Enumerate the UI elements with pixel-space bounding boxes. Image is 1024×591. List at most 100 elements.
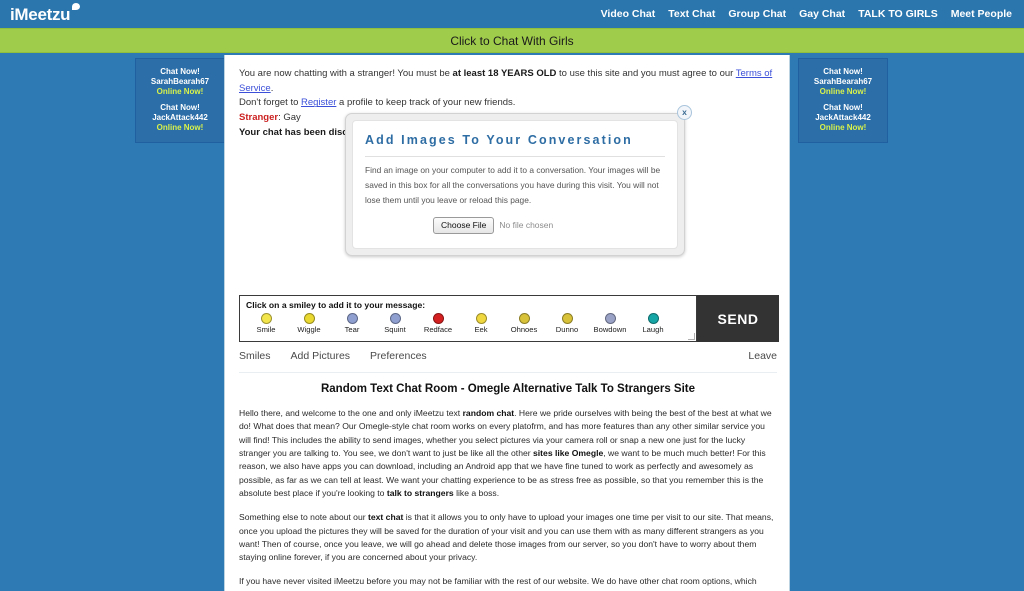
- smiley-item-bowdown[interactable]: Bowdown: [592, 313, 628, 334]
- ad-entry[interactable]: Chat Now! JackAttack442 Online Now!: [799, 103, 887, 133]
- message-composer: Click on a smiley to add it to your mess…: [239, 295, 779, 342]
- smiley-item-squint[interactable]: Squint: [377, 313, 413, 334]
- article-paragraph-2: Something else to note about our text ch…: [239, 511, 777, 564]
- ad-status: Online Now!: [819, 123, 867, 132]
- message-input-smiley-panel[interactable]: Click on a smiley to add it to your mess…: [239, 295, 697, 342]
- smiley-label: Smile: [256, 325, 276, 334]
- leave-button[interactable]: Leave: [748, 350, 777, 362]
- ad-entry[interactable]: Chat Now! JackAttack442 Online Now!: [136, 103, 224, 133]
- stranger-label: Stranger: [239, 112, 279, 124]
- ad-username: JackAttack442: [815, 113, 871, 122]
- smiley-face-icon: [475, 313, 487, 324]
- smiley-label: Laugh: [642, 325, 664, 334]
- stranger-message-text: : Gay: [278, 112, 301, 124]
- smiley-prompt-label: Click on a smiley to add it to your mess…: [246, 300, 426, 310]
- p1-bold-random-chat: random chat: [462, 408, 515, 418]
- chat-notice-age-period: .: [270, 82, 274, 94]
- smiley-face-icon: [346, 313, 358, 324]
- smiley-item-ohnoes[interactable]: Ohnoes: [506, 313, 542, 334]
- file-picker-row: Choose File No file chosen: [365, 217, 665, 234]
- smiley-label: Wiggle: [297, 325, 321, 334]
- chat-notice-register-part2: a profile to keep track of your new frie…: [336, 97, 516, 109]
- chat-notice-age-bold: at least 18 YEARS OLD: [452, 68, 557, 79]
- ad-username: JackAttack442: [152, 113, 208, 122]
- smiley-face-icon: [389, 313, 401, 324]
- smiley-face-icon: [647, 313, 659, 324]
- send-button[interactable]: SEND: [697, 295, 779, 342]
- chat-notice-age: You are now chatting with a stranger! Yo…: [239, 67, 779, 96]
- smiley-label: Dunno: [555, 325, 579, 334]
- nav-item-meet-people[interactable]: Meet People: [951, 8, 1012, 20]
- register-link[interactable]: Register: [301, 97, 336, 108]
- file-chosen-status: No file chosen: [499, 219, 554, 230]
- nav-item-talk-to-girls[interactable]: TALK TO GIRLS: [858, 8, 938, 20]
- ad-cta-label: Chat Now!: [160, 67, 200, 76]
- smiley-label: Eek: [474, 325, 488, 334]
- add-images-modal-body: Add Images To Your Conversation Find an …: [352, 120, 678, 249]
- nav-item-group-chat[interactable]: Group Chat: [728, 8, 786, 20]
- p1-bold-sites-like-omegle: sites like Omegle: [533, 447, 604, 458]
- choose-file-button[interactable]: Choose File: [433, 217, 495, 234]
- textarea-resize-handle[interactable]: [688, 333, 695, 340]
- nav-item-text-chat[interactable]: Text Chat: [668, 8, 715, 20]
- nav-item-video-chat[interactable]: Video Chat: [601, 8, 656, 20]
- smiley-face-icon: [432, 313, 444, 324]
- chat-notice-age-part2: to use this site and you must agree to o…: [556, 68, 736, 79]
- chat-notice-register: Don't forget to Register a profile to ke…: [239, 96, 779, 111]
- chat-notice-age-part1: You are now chatting with a stranger! Yo…: [239, 68, 453, 79]
- smiley-face-icon: [561, 313, 573, 324]
- page-body: Chat Now! SarahBearah67 Online Now! Chat…: [0, 53, 1024, 591]
- p2-bold-text-chat: text chat: [368, 512, 404, 523]
- p1-bold-talk-to-strangers: talk to strangers: [386, 487, 454, 498]
- ad-status: Online Now!: [156, 123, 204, 132]
- chat-action-bar: Smiles Add Pictures Preferences Leave: [239, 350, 777, 373]
- right-sidebar-ad[interactable]: Chat Now! SarahBearah67 Online Now! Chat…: [798, 58, 888, 143]
- smiley-item-redface[interactable]: Redface: [420, 313, 456, 334]
- smiley-label: Tear: [344, 325, 360, 334]
- smiley-item-eek[interactable]: Eek: [463, 313, 499, 334]
- smiley-face-icon: [260, 313, 272, 324]
- smiley-label: Bowdown: [593, 325, 627, 334]
- smiley-face-icon: [604, 313, 616, 324]
- add-images-modal: x Add Images To Your Conversation Find a…: [345, 105, 692, 256]
- left-sidebar-ad[interactable]: Chat Now! SarahBearah67 Online Now! Chat…: [135, 58, 225, 143]
- smiley-label: Ohnoes: [510, 325, 538, 334]
- smiley-item-wiggle[interactable]: Wiggle: [291, 313, 327, 334]
- ad-entry[interactable]: Chat Now! SarahBearah67 Online Now!: [799, 67, 887, 97]
- promo-banner[interactable]: Click to Chat With Girls: [0, 28, 1024, 53]
- smiley-item-tear[interactable]: Tear: [334, 313, 370, 334]
- p1-part-a: Hello there, and welcome to the one and …: [239, 408, 463, 418]
- speech-bubble-icon: [72, 2, 81, 10]
- main-content-column: You are now chatting with a stranger! Yo…: [224, 55, 790, 591]
- nav-item-gay-chat[interactable]: Gay Chat: [799, 8, 845, 20]
- p1-part-e: like a boss.: [453, 487, 500, 498]
- ad-cta-label: Chat Now!: [823, 67, 863, 76]
- seo-article: Random Text Chat Room - Omegle Alternati…: [225, 373, 789, 591]
- ad-username: SarahBearah67: [813, 77, 873, 86]
- ad-status: Online Now!: [819, 87, 867, 96]
- smiles-button[interactable]: Smiles: [239, 350, 271, 362]
- top-navigation-bar: iMeetzu Video Chat Text Chat Group Chat …: [0, 0, 1024, 28]
- ad-cta-label: Chat Now!: [160, 103, 200, 112]
- chat-log: You are now chatting with a stranger! Yo…: [225, 55, 789, 295]
- page-title: Random Text Chat Room - Omegle Alternati…: [320, 383, 696, 395]
- smiley-item-smile[interactable]: Smile: [248, 313, 284, 334]
- chat-notice-register-part1: Don't forget to: [239, 97, 302, 109]
- preferences-button[interactable]: Preferences: [370, 350, 427, 362]
- add-pictures-button[interactable]: Add Pictures: [291, 350, 351, 362]
- smiley-item-laugh[interactable]: Laugh: [635, 313, 671, 334]
- ad-entry[interactable]: Chat Now! SarahBearah67 Online Now!: [136, 67, 224, 97]
- add-images-modal-title: Add Images To Your Conversation: [365, 131, 665, 158]
- smiley-face-icon: [303, 313, 315, 324]
- add-images-modal-description: Find an image on your computer to add it…: [365, 165, 661, 205]
- ad-cta-label: Chat Now!: [823, 103, 863, 112]
- smiley-label: Redface: [423, 325, 453, 334]
- ad-username: SarahBearah67: [150, 77, 210, 86]
- promo-banner-link[interactable]: Click to Chat With Girls: [450, 34, 573, 48]
- main-nav: Video Chat Text Chat Group Chat Gay Chat…: [601, 8, 1012, 20]
- site-logo[interactable]: iMeetzu: [10, 2, 81, 24]
- article-paragraph-1: Hello there, and welcome to the one and …: [239, 407, 777, 500]
- smiley-item-dunno[interactable]: Dunno: [549, 313, 585, 334]
- close-icon[interactable]: x: [677, 105, 692, 120]
- site-logo-text: iMeetzu: [10, 4, 71, 24]
